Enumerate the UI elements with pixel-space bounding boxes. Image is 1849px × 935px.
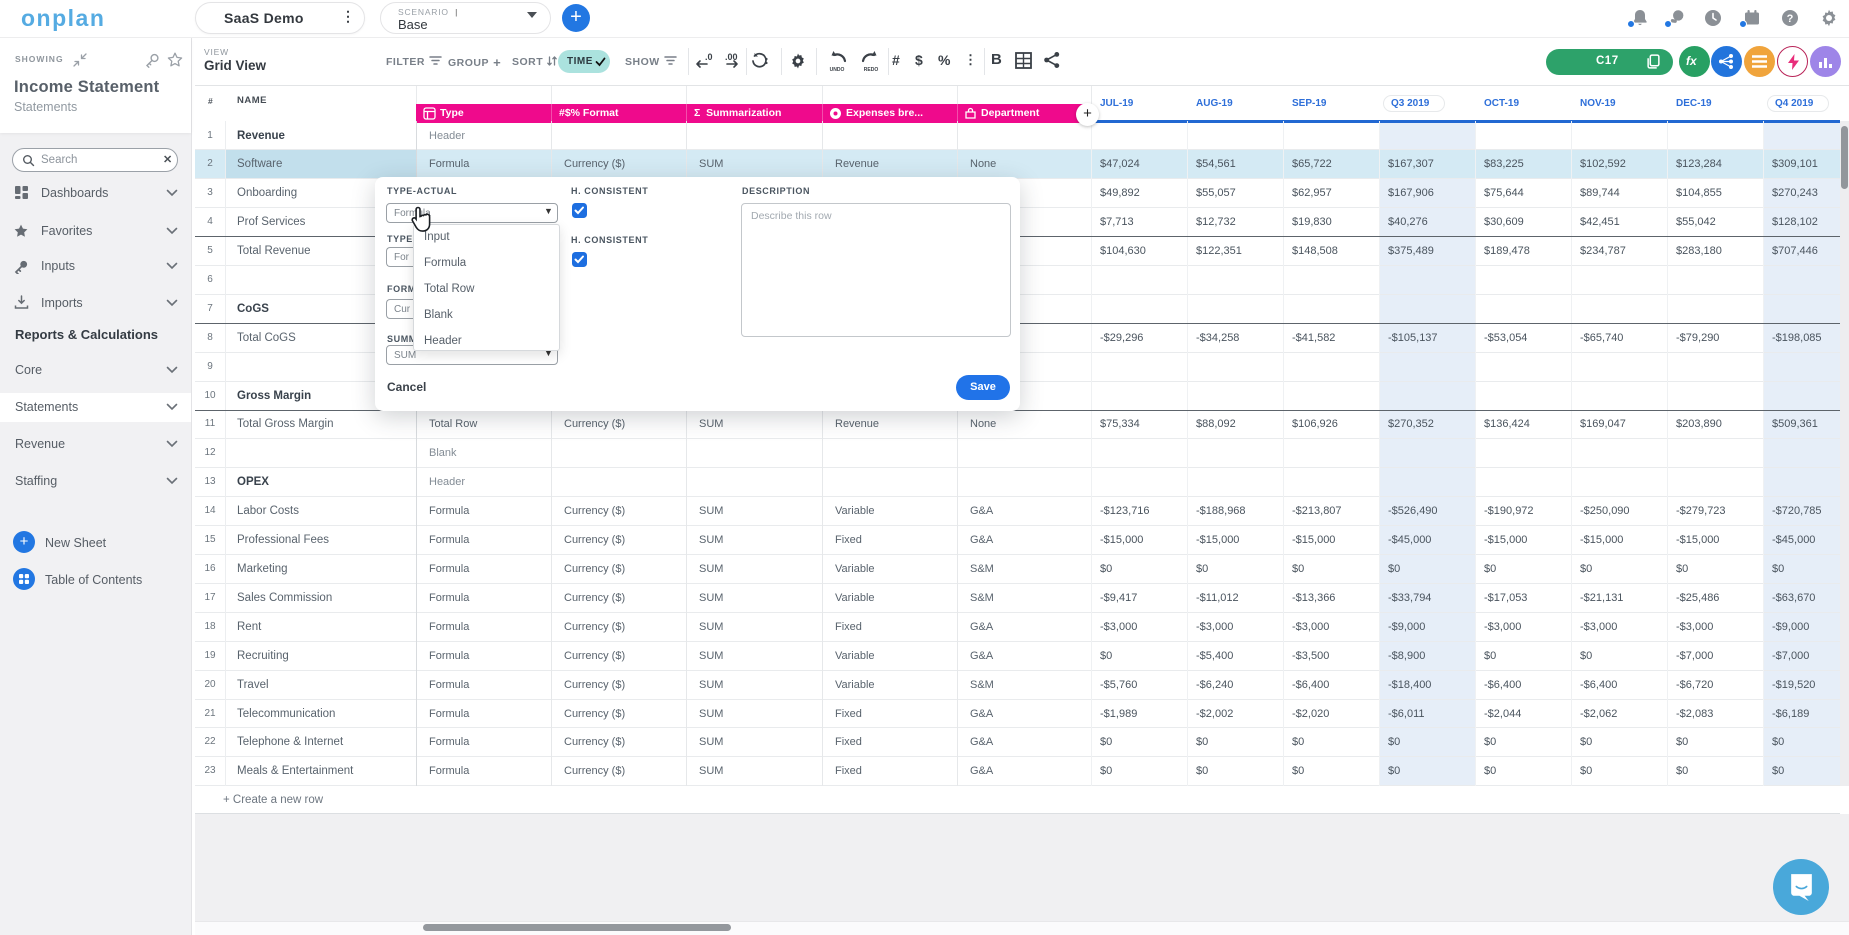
svg-text:.00: .00 bbox=[725, 52, 738, 62]
svg-text:?: ? bbox=[1787, 13, 1794, 25]
svg-text:.0: .0 bbox=[705, 52, 713, 62]
